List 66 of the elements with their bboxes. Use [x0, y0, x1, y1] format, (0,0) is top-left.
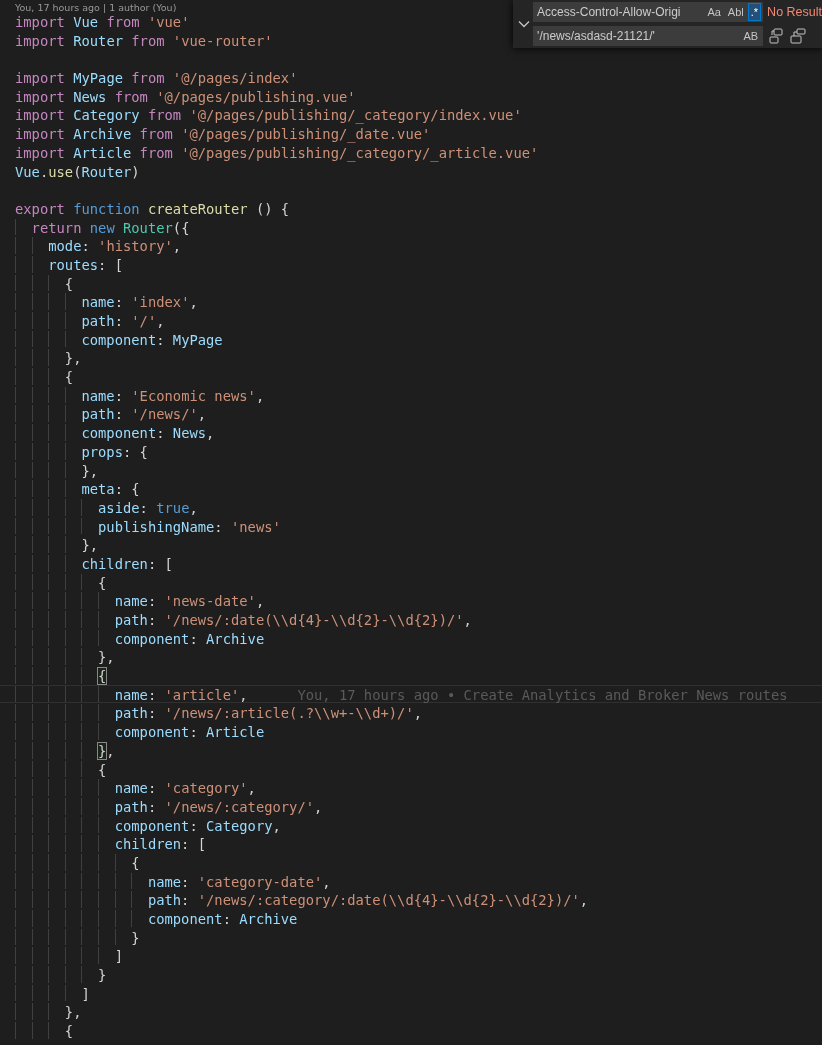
code-line: import Vue from 'vue'	[15, 13, 190, 30]
code-line: path: '/news/:category/:date(\\d{4}-\\d{2}-\\d{2})/',	[147, 891, 589, 908]
option-toggle[interactable]: Abl	[724, 3, 747, 21]
code-line: path: '/',	[81, 312, 165, 329]
option-toggle[interactable]: .*	[747, 3, 762, 21]
code-line: {	[64, 274, 74, 292]
code-line: component: Category,	[114, 816, 281, 834]
code-line: }	[131, 928, 140, 946]
replace-all-button[interactable]	[789, 28, 808, 44]
code-line: import Category from '@/pages/publishing/_category/index.vue'	[15, 106, 522, 124]
code-line: component: News,	[81, 424, 215, 441]
option-toggle[interactable]: Aa	[704, 3, 724, 21]
code-line: children: [	[81, 554, 173, 572]
codelens-text[interactable]: You, 17 hours ago | 1 author (You)	[15, 2, 177, 13]
code-line: {	[98, 760, 107, 778]
code-line: meta: {	[81, 480, 140, 497]
code-line: component: Archive	[147, 910, 298, 927]
code-line: {	[64, 1022, 74, 1039]
code-line: props: {	[81, 442, 148, 460]
result-count: No Result	[767, 5, 822, 19]
code-line: routes: [	[48, 255, 123, 273]
code-line: name: 'news-date',	[114, 592, 265, 609]
code-line: },	[98, 741, 115, 759]
code-line: },	[81, 461, 99, 479]
code-line: },	[81, 536, 99, 553]
code-line: import Article from '@/pages/publishing/_category/_article.vue'	[15, 143, 539, 161]
code-line: component: MyPage	[81, 330, 223, 348]
code-line: {	[98, 573, 107, 591]
chevron-down-icon	[518, 20, 531, 28]
code-line: export function createRouter () {	[15, 199, 290, 217]
code-line: ]	[114, 947, 123, 965]
code-line: name: 'category',	[114, 779, 256, 796]
blame-annotation: You, 17 hours ago • Create Analytics and Broker News routes	[297, 685, 788, 703]
replace-all-icon	[790, 28, 807, 44]
code-line: path: '/news/',	[81, 405, 207, 423]
code-line: import News from '@/pages/publishing.vue'	[15, 87, 356, 105]
code-line: import Archive from '@/pages/publishing/_date.vue'	[15, 125, 431, 142]
code-line: Vue.use(Router)	[15, 162, 140, 180]
code-line: path: '/news/:article(.?\\w+-\\d+)/',	[114, 704, 423, 722]
code-line: }	[98, 966, 107, 983]
code-line: ]	[81, 984, 90, 1002]
code-line: },	[64, 349, 82, 367]
code-line: path: '/news/:category/',	[114, 797, 323, 815]
replace-icon	[769, 28, 784, 44]
code-line: import Router from 'vue-router'	[15, 31, 273, 49]
code-line: name: 'index',	[81, 293, 198, 310]
code-line: component: Archive	[114, 629, 265, 647]
code-line: import MyPage from '@/pages/index'	[15, 69, 298, 86]
code-line: path: '/news/:date(\\d{4}-\\d{2}-\\d{2})/',	[114, 611, 472, 628]
option-toggle[interactable]: AB	[740, 27, 762, 45]
replace-field[interactable]: '/news/asdasd-21121/' AB	[533, 26, 764, 46]
code-line: component: Article	[114, 723, 265, 740]
find-field[interactable]: Access-Control-Allow-Origi Aa Abl .*	[533, 2, 764, 22]
code-line: name: 'category-date',	[147, 872, 331, 890]
replace-button[interactable]	[767, 28, 786, 44]
code-line: mode: 'history',	[48, 237, 182, 254]
code-line: publishingName: 'news'	[98, 517, 281, 535]
code-line: },	[98, 648, 115, 666]
code-line: },	[64, 1003, 82, 1021]
code-line: children: [	[114, 835, 207, 852]
code-line: return new Router({	[31, 218, 190, 236]
code-line: name: 'article',	[114, 685, 248, 703]
code-line: {	[131, 853, 140, 871]
code-line: aside: true,	[98, 498, 198, 516]
code-line: {	[64, 368, 74, 385]
code-line: name: 'Economic news',	[81, 386, 265, 404]
